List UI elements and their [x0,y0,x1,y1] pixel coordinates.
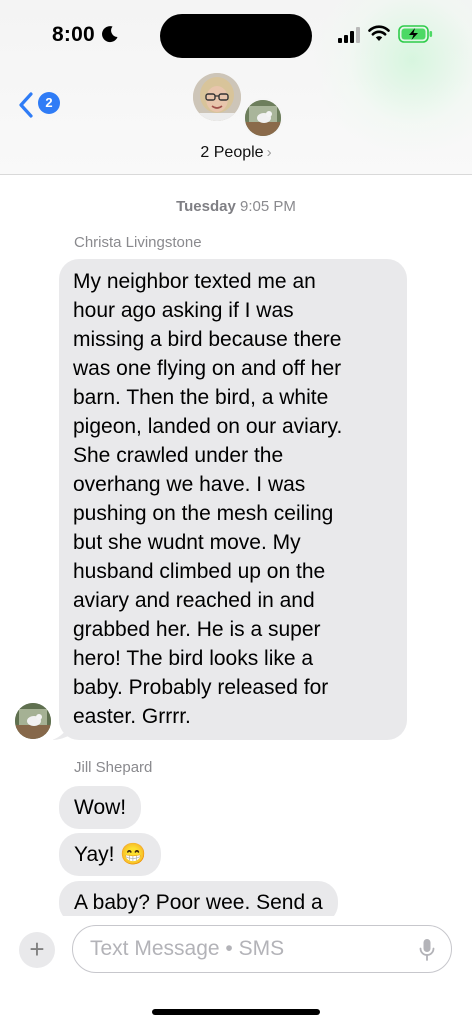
message-line: pigeon, landed on our aviary. [73,415,343,438]
message-line: grabbed her. He is a super [73,618,321,641]
bubble-tail [52,722,72,740]
message-bubble[interactable]: My neighbor texted me an hour ago asking… [52,259,407,740]
message-line: aviary and reached in and [73,589,315,612]
message-line: missing a bird because there [73,328,342,351]
header-glow [312,0,472,160]
message-line: but she wudnt move. My [73,531,301,554]
message-line: hour ago asking if I was [73,299,294,322]
chevron-left-icon [19,92,33,118]
moon-icon [102,26,118,43]
battery-charging-icon [398,25,433,43]
avatar-photo-bird-icon [15,703,51,739]
message-timestamp: Tuesday 9:05 PM [0,198,472,215]
group-title: 2 People [200,144,264,161]
sender-name: Christa Livingstone [74,234,202,251]
sender-name: Jill Shepard [74,759,153,776]
message-line: pushing on the mesh ceiling [73,502,334,525]
message-bubble[interactable]: Wow! [59,786,142,829]
status-time: 8:00 [52,23,95,46]
microphone-icon[interactable] [419,938,435,962]
group-details-button[interactable]: 2 People › [180,140,292,166]
avatar-christa[interactable] [193,73,241,121]
sender-avatar[interactable] [15,703,51,739]
conversation-header: 8:00 2 2 People › [0,0,472,175]
avatar-jill[interactable] [243,98,283,138]
message-line: husband climbed up on the [73,560,326,583]
message-line: baby. Probably released for [73,676,329,699]
message-line: hero! The bird looks like a [73,647,314,670]
dynamic-island [160,14,312,58]
cellular-signal-icon [338,27,360,43]
timestamp-day: Tuesday [176,198,236,215]
back-button[interactable]: 2 [14,88,64,122]
chevron-right-icon: › [266,144,272,161]
home-indicator[interactable] [152,1009,320,1015]
avatar-photo-person-icon [193,73,241,121]
message-line: was one flying on and off her [73,357,342,380]
message-line: overhang we have. I was [73,473,306,496]
avatar-photo-bird-icon [245,100,281,136]
message-bubble[interactable]: Yay! 😁 [59,833,162,876]
timestamp-time: 9:05 PM [240,198,296,215]
message-line: easter. Grrrr. [73,705,191,728]
message-input[interactable]: Text Message • SMS [72,925,452,973]
wifi-icon [368,25,390,41]
message-line: My neighbor texted me an [73,270,316,293]
message-line: She crawled under the [73,444,284,467]
message-input-placeholder: Text Message • SMS [90,937,285,960]
unread-count-badge: 2 [38,92,60,114]
add-attachment-button[interactable]: + [19,932,55,968]
message-line: barn. Then the bird, a white [73,386,329,409]
